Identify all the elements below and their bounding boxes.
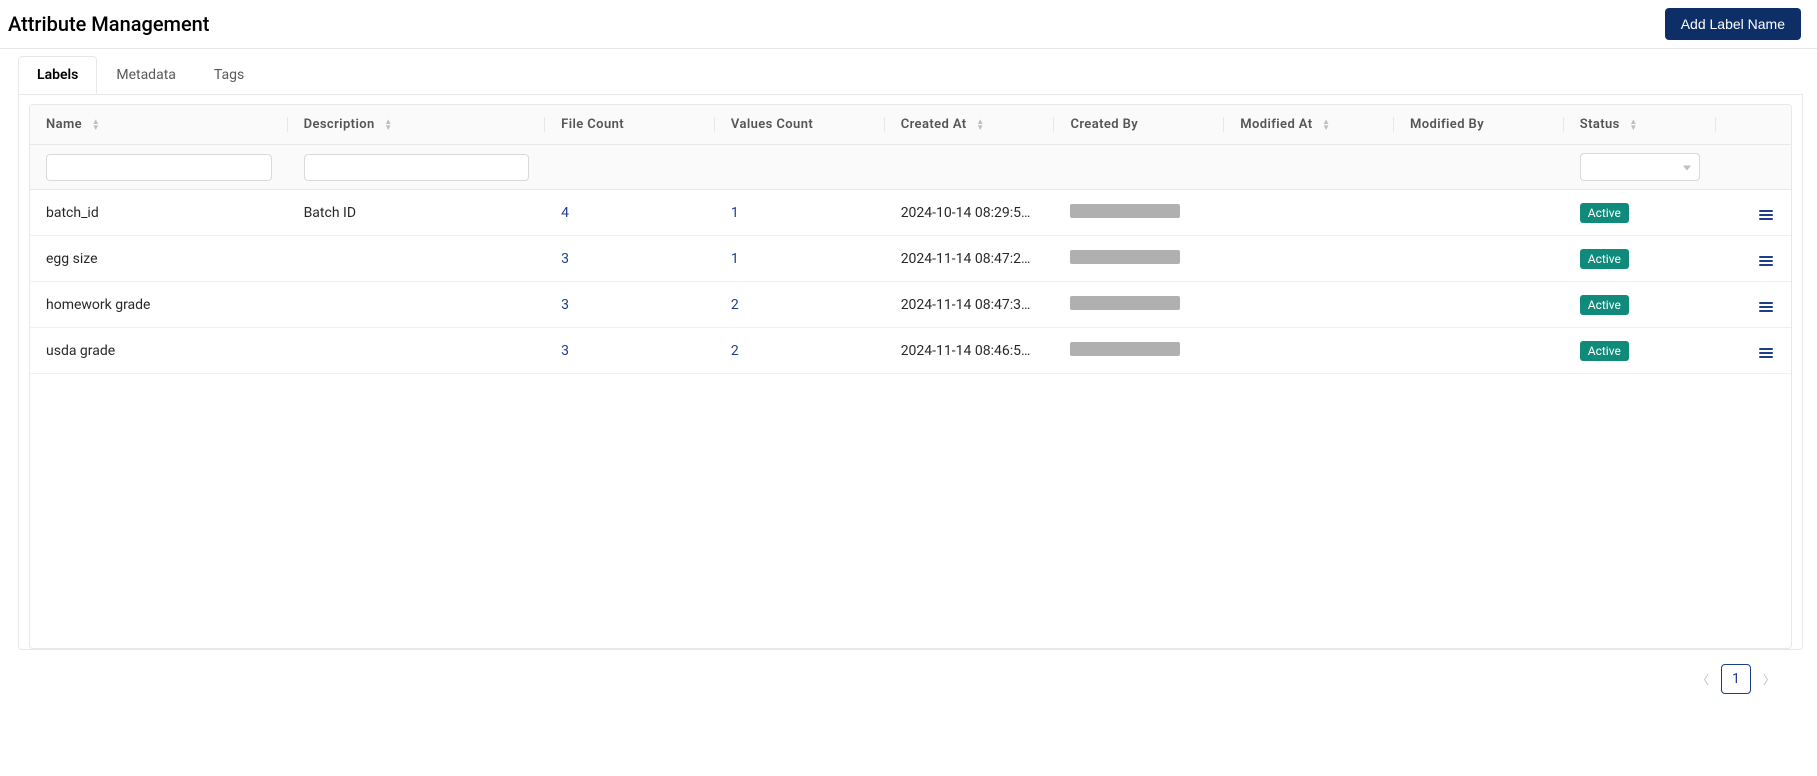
tabs: Labels Metadata Tags: [18, 56, 1803, 95]
cell-created-by: [1054, 190, 1224, 236]
cell-created-at: 2024-11-14 08:47:2…: [885, 236, 1055, 282]
col-header-label: Status: [1580, 117, 1620, 132]
row-menu-icon[interactable]: [1757, 205, 1775, 225]
cell-created-at: 2024-11-14 08:47:3…: [885, 282, 1055, 328]
cell-file-count[interactable]: 3: [561, 251, 569, 267]
status-badge: Active: [1580, 341, 1629, 361]
col-header-file-count: File Count: [545, 105, 715, 145]
col-header-label: Created By: [1070, 117, 1138, 132]
pagination-prev-icon[interactable]: 〈: [1693, 667, 1713, 692]
col-header-label: File Count: [561, 117, 624, 132]
attributes-table: Name ▲▼ Description ▲▼ File Count Values…: [30, 105, 1791, 374]
tab-panel: Name ▲▼ Description ▲▼ File Count Values…: [18, 94, 1803, 650]
row-menu-icon[interactable]: [1757, 297, 1775, 317]
sort-icon[interactable]: ▲▼: [384, 119, 392, 131]
cell-created-by: [1054, 236, 1224, 282]
cell-modified-by: [1394, 328, 1564, 374]
col-header-status[interactable]: Status ▲▼: [1564, 105, 1716, 145]
col-header-label: Created At: [901, 117, 967, 132]
status-badge: Active: [1580, 249, 1629, 269]
cell-values-count[interactable]: 2: [731, 297, 739, 313]
cell-name: usda grade: [30, 328, 288, 374]
cell-file-count[interactable]: 4: [561, 205, 569, 221]
col-header-modified-at[interactable]: Modified At ▲▼: [1224, 105, 1394, 145]
table-row: usda grade 3 2 2024-11-14 08:46:5… Active: [30, 328, 1791, 374]
filter-name-input[interactable]: [46, 154, 272, 181]
col-header-created-at[interactable]: Created At ▲▼: [885, 105, 1055, 145]
filter-description-input[interactable]: [304, 154, 530, 181]
filter-row: [30, 145, 1791, 190]
tab-tags[interactable]: Tags: [195, 56, 263, 94]
cell-file-count[interactable]: 3: [561, 343, 569, 359]
col-header-label: Description: [304, 117, 375, 132]
cell-created-by: [1054, 282, 1224, 328]
col-header-label: Modified By: [1410, 117, 1484, 132]
cell-description: [288, 328, 546, 374]
filter-status-select[interactable]: [1580, 153, 1700, 181]
cell-modified-at: [1224, 236, 1394, 282]
sort-icon[interactable]: ▲▼: [1322, 119, 1330, 131]
pagination-page-1[interactable]: 1: [1721, 664, 1751, 694]
redacted-block: [1070, 342, 1180, 356]
cell-modified-at: [1224, 328, 1394, 374]
cell-values-count[interactable]: 1: [731, 251, 739, 267]
tab-labels[interactable]: Labels: [18, 56, 97, 94]
col-header-name[interactable]: Name ▲▼: [30, 105, 288, 145]
cell-file-count[interactable]: 3: [561, 297, 569, 313]
status-badge: Active: [1580, 203, 1629, 223]
cell-created-at: 2024-10-14 08:29:5…: [885, 190, 1055, 236]
cell-description: [288, 236, 546, 282]
col-header-actions: [1716, 105, 1791, 145]
sort-icon[interactable]: ▲▼: [92, 119, 100, 131]
content-area: Labels Metadata Tags Name ▲▼: [0, 49, 1817, 710]
col-header-created-by: Created By: [1054, 105, 1224, 145]
cell-modified-by: [1394, 282, 1564, 328]
status-badge: Active: [1580, 295, 1629, 315]
table-row: egg size 3 1 2024-11-14 08:47:2… Active: [30, 236, 1791, 282]
redacted-block: [1070, 250, 1180, 264]
col-header-description[interactable]: Description ▲▼: [288, 105, 546, 145]
cell-created-at: 2024-11-14 08:46:5…: [885, 328, 1055, 374]
cell-modified-at: [1224, 282, 1394, 328]
sort-icon[interactable]: ▲▼: [976, 119, 984, 131]
cell-modified-by: [1394, 236, 1564, 282]
table-container: Name ▲▼ Description ▲▼ File Count Values…: [29, 104, 1792, 649]
col-header-label: Modified At: [1240, 117, 1312, 132]
table-row: homework grade 3 2 2024-11-14 08:47:3… Activ…: [30, 282, 1791, 328]
cell-values-count[interactable]: 2: [731, 343, 739, 359]
redacted-block: [1070, 296, 1180, 310]
cell-name: batch_id: [30, 190, 288, 236]
row-menu-icon[interactable]: [1757, 251, 1775, 271]
pagination: 〈 1 〉: [18, 650, 1803, 694]
cell-description: [288, 282, 546, 328]
page-title: Attribute Management: [8, 12, 209, 36]
pagination-next-icon[interactable]: 〉: [1759, 667, 1779, 692]
cell-name: homework grade: [30, 282, 288, 328]
header-bar: Attribute Management Add Label Name: [0, 0, 1817, 49]
redacted-block: [1070, 204, 1180, 218]
col-header-modified-by: Modified By: [1394, 105, 1564, 145]
cell-values-count[interactable]: 1: [731, 205, 739, 221]
cell-name: egg size: [30, 236, 288, 282]
cell-modified-at: [1224, 190, 1394, 236]
add-label-name-button[interactable]: Add Label Name: [1665, 8, 1801, 40]
table-row: batch_idBatch ID 4 1 2024-10-14 08:29:5… Act…: [30, 190, 1791, 236]
row-menu-icon[interactable]: [1757, 343, 1775, 363]
tab-metadata[interactable]: Metadata: [97, 56, 195, 94]
sort-icon[interactable]: ▲▼: [1629, 119, 1637, 131]
col-header-label: Name: [46, 117, 82, 132]
col-header-label: Values Count: [731, 117, 813, 132]
cell-description: Batch ID: [288, 190, 546, 236]
col-header-values-count: Values Count: [715, 105, 885, 145]
cell-created-by: [1054, 328, 1224, 374]
cell-modified-by: [1394, 190, 1564, 236]
